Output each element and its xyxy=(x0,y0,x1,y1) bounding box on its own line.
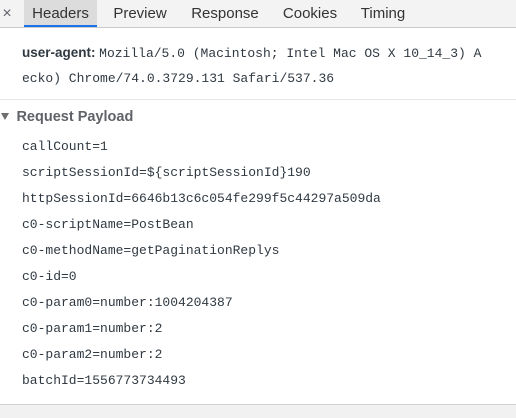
request-payload-list: callCount=1 scriptSessionId=${scriptSess… xyxy=(22,138,381,398)
payload-line: c0-param0=number:1004204387 xyxy=(22,295,233,310)
payload-line: callCount=1 xyxy=(22,139,108,154)
tab-cookies[interactable]: Cookies xyxy=(274,0,346,27)
payload-line: c0-methodName=getPaginationReplys xyxy=(22,243,280,258)
user-agent-value-continued: ecko) Chrome/74.0.3729.131 Safari/537.36 xyxy=(22,71,335,86)
devtools-tab-bar: × Headers Preview Response Cookies Timin… xyxy=(0,0,516,28)
tab-headers[interactable]: Headers xyxy=(24,0,97,27)
disclosure-triangle-icon[interactable] xyxy=(1,113,9,120)
payload-line: httpSessionId=6646b13c6c054fe299f5c44297… xyxy=(22,191,381,206)
request-payload-header[interactable]: Request Payload xyxy=(0,108,133,126)
clipped-header-line: — ——— ——— ———————————— xyxy=(22,26,272,34)
payload-line: c0-scriptName=PostBean xyxy=(22,217,194,232)
request-payload-title: Request Payload xyxy=(16,109,134,125)
payload-line: c0-id=0 xyxy=(22,269,77,284)
section-divider xyxy=(0,99,516,100)
bottom-status-bar xyxy=(0,404,516,418)
close-icon[interactable]: × xyxy=(0,4,14,24)
clipped-header-text: — ——— ——— ———————————— xyxy=(22,26,272,33)
user-agent-value: Mozilla/5.0 (Macintosh; Intel Mac OS X 1… xyxy=(99,46,482,61)
tab-response[interactable]: Response xyxy=(184,0,266,27)
tab-preview[interactable]: Preview xyxy=(104,0,176,27)
tab-timing[interactable]: Timing xyxy=(352,0,414,27)
user-agent-header: user-agent: Mozilla/5.0 (Macintosh; Inte… xyxy=(22,44,481,63)
payload-line: batchId=1556773734493 xyxy=(22,373,186,388)
payload-line: scriptSessionId=${scriptSessionId}190 xyxy=(22,165,311,180)
payload-line: c0-param2=number:2 xyxy=(22,347,163,362)
payload-line: c0-param1=number:2 xyxy=(22,321,163,336)
user-agent-key: user-agent: xyxy=(22,45,96,60)
